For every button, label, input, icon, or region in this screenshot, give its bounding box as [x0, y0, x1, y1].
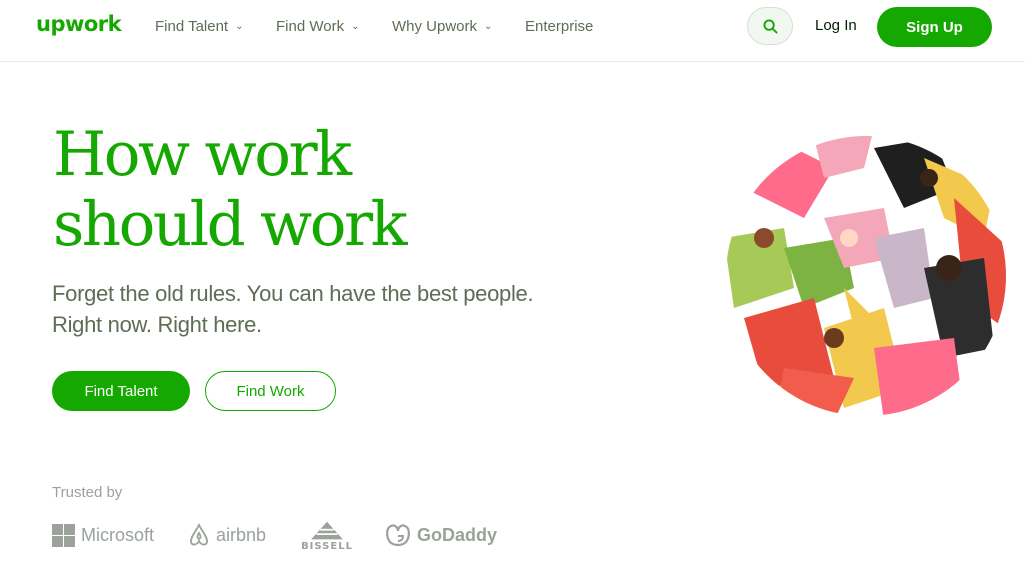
nav-enterprise[interactable]: Enterprise: [525, 0, 593, 52]
nav-label: Find Work: [276, 17, 345, 35]
microsoft-logo-icon: [52, 523, 75, 547]
hero-illustration: [726, 136, 1006, 416]
nav-label: Enterprise: [525, 17, 594, 35]
nav-label: Why Upwork: [392, 17, 478, 35]
headline-line-1: How work: [53, 119, 352, 190]
find-talent-button[interactable]: Find Talent: [52, 371, 190, 411]
hero-headline: How work should work: [53, 120, 573, 260]
chevron-down-icon: ⌄: [235, 21, 244, 32]
trusted-by-label: Trusted by: [52, 484, 123, 501]
chevron-down-icon: ⌄: [351, 21, 360, 32]
nav-find-work[interactable]: Find Work ⌄: [276, 0, 359, 52]
subtitle-line-1: Forget the old rules. You can have the b…: [52, 281, 534, 306]
signup-button[interactable]: Sign Up: [877, 7, 992, 47]
search-icon: [762, 18, 778, 34]
nav-label: Find Talent: [155, 17, 229, 35]
brand-name: Microsoft: [81, 524, 155, 545]
search-button[interactable]: [747, 7, 793, 45]
brand-godaddy: GoDaddy: [385, 520, 497, 550]
headline-line-2: should work: [53, 189, 408, 260]
brand-bissell: BISSELL: [299, 520, 361, 552]
brand-name: airbnb: [216, 524, 267, 545]
airbnb-logo-icon: [190, 523, 208, 546]
brand-microsoft: Microsoft: [52, 520, 154, 550]
nav-why-upwork[interactable]: Why Upwork ⌄: [392, 0, 492, 52]
brand-name: GoDaddy: [417, 524, 498, 545]
site-header: upwork Find Talent ⌄ Find Work ⌄ Why Upw…: [0, 0, 1025, 62]
chevron-down-icon: ⌄: [484, 21, 493, 32]
brand-name: BISSELL: [301, 541, 353, 552]
subtitle-line-2: Right now. Right here.: [52, 312, 262, 337]
login-link[interactable]: Log In: [815, 17, 857, 34]
upwork-logo[interactable]: upwork: [36, 12, 122, 36]
hero-subtitle: Forget the old rules. You can have the b…: [52, 278, 612, 340]
godaddy-logo-icon: [386, 524, 410, 547]
brand-airbnb: airbnb: [188, 520, 266, 550]
find-work-button[interactable]: Find Work: [205, 371, 336, 411]
nav-find-talent[interactable]: Find Talent ⌄: [155, 0, 244, 52]
